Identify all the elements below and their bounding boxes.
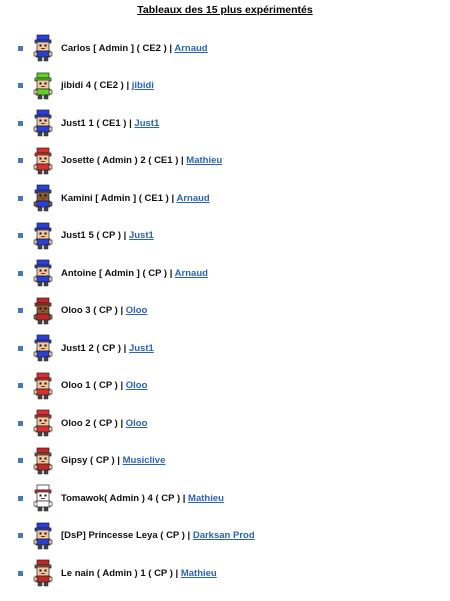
avatar-icon: [31, 409, 55, 437]
list-item: Oloo 3 ( CP ) | Oloo: [0, 297, 450, 325]
bullet-icon: [18, 83, 23, 88]
member-entry: Oloo 3 ( CP ) | Oloo: [61, 305, 147, 316]
member-entry: Antoine [ Admin ] ( CP ) | Arnaud: [61, 268, 208, 279]
avatar-icon: [31, 147, 55, 175]
bullet-icon: [18, 570, 23, 576]
member-entry: Josette ( Admin ) 2 ( CE1 ) | Mathieu: [61, 155, 222, 166]
owner-link[interactable]: Oloo: [126, 418, 148, 429]
member-entry: Kamini [ Admin ] ( CE1 ) | Arnaud: [61, 193, 210, 204]
member-name: jibidi 4 ( CE2 ) |: [61, 80, 130, 91]
member-name: Just1 5 ( CP ) |: [61, 230, 127, 241]
owner-link[interactable]: Musiclive: [123, 455, 166, 466]
member-name: Oloo 2 ( CP ) |: [61, 417, 124, 429]
bullet-icon: [18, 158, 23, 163]
bullet-icon: [18, 420, 23, 426]
bullet-icon: [18, 533, 23, 538]
owner-link[interactable]: Just1: [129, 230, 154, 241]
bullet-icon: [18, 233, 23, 238]
list-item: Tomawok( Admin ) 4 ( CP ) | Mathieu: [0, 484, 450, 512]
owner-link[interactable]: Arnaud: [176, 193, 209, 204]
owner-link[interactable]: Oloo: [126, 380, 148, 391]
member-name: Kamini [ Admin ] ( CE1 ) |: [61, 192, 175, 204]
owner-link[interactable]: Mathieu: [181, 568, 217, 579]
member-name: Josette ( Admin ) 2 ( CE1 ) |: [61, 155, 184, 166]
list-item: [DsP] Princesse Leya ( CP ) | Darksan Pr…: [0, 522, 450, 550]
list-item: Carlos [ Admin ] ( CE2 ) | Arnaud: [0, 34, 450, 62]
avatar-icon: [31, 522, 55, 550]
avatar-icon: [31, 259, 55, 287]
avatar-icon: [31, 372, 55, 400]
avatar-icon: [31, 222, 55, 250]
member-entry: Oloo 1 ( CP ) | Oloo: [61, 380, 147, 391]
bullet-icon: [18, 383, 23, 388]
member-name: Tomawok( Admin ) 4 ( CP ) |: [61, 492, 186, 504]
bullet-icon: [18, 195, 23, 201]
member-entry: Carlos [ Admin ] ( CE2 ) | Arnaud: [61, 43, 208, 54]
bullet-icon: [18, 345, 23, 351]
avatar-icon: [31, 34, 55, 62]
avatar-icon: [31, 484, 55, 512]
member-name: Oloo 3 ( CP ) |: [61, 305, 124, 316]
owner-link[interactable]: Just1: [129, 343, 154, 354]
list-item: Just1 2 ( CP ) | Just1: [0, 334, 450, 362]
member-name: [DsP] Princesse Leya ( CP ) |: [61, 530, 191, 541]
list-item: Kamini [ Admin ] ( CE1 ) | Arnaud: [0, 184, 450, 212]
member-name: Carlos [ Admin ] ( CE2 ) |: [61, 42, 173, 54]
list-item: Gipsy ( CP ) | Musiclive: [0, 447, 450, 475]
member-entry: Just1 2 ( CP ) | Just1: [61, 343, 154, 354]
member-name: Le nain ( Admin ) 1 ( CP ) |: [61, 567, 179, 579]
list-item: Oloo 1 ( CP ) | Oloo: [0, 372, 450, 400]
member-entry: Tomawok( Admin ) 4 ( CP ) | Mathieu: [61, 493, 224, 504]
avatar-icon: [31, 72, 55, 100]
owner-link[interactable]: Mathieu: [188, 493, 224, 504]
list-item: Le nain ( Admin ) 1 ( CP ) | Mathieu: [0, 559, 450, 587]
list-item: Josette ( Admin ) 2 ( CE1 ) | Mathieu: [0, 147, 450, 175]
avatar-icon: [31, 559, 55, 587]
list-item: jibidi 4 ( CE2 ) | jibidi: [0, 72, 450, 100]
member-name: Oloo 1 ( CP ) |: [61, 380, 124, 391]
member-entry: Just1 1 ( CE1 ) | Just1: [61, 118, 159, 129]
member-entry: jibidi 4 ( CE2 ) | jibidi: [61, 80, 154, 91]
owner-link[interactable]: Just1: [134, 118, 159, 129]
bullet-icon: [18, 45, 23, 51]
avatar-icon: [31, 297, 55, 325]
avatar-icon: [31, 334, 55, 362]
member-entry: Le nain ( Admin ) 1 ( CP ) | Mathieu: [61, 568, 217, 579]
owner-link[interactable]: Arnaud: [175, 268, 208, 279]
member-entry: [DsP] Princesse Leya ( CP ) | Darksan Pr…: [61, 530, 255, 541]
owner-link[interactable]: Oloo: [126, 305, 148, 316]
owner-link[interactable]: Mathieu: [186, 155, 222, 166]
member-entry: Gipsy ( CP ) | Musiclive: [61, 455, 165, 466]
avatar-icon: [31, 447, 55, 475]
member-name: Just1 1 ( CE1 ) |: [61, 117, 132, 129]
avatar-icon: [31, 109, 55, 137]
member-entry: Just1 5 ( CP ) | Just1: [61, 230, 154, 241]
bullet-icon: [18, 308, 23, 313]
owner-link[interactable]: jibidi: [132, 80, 154, 91]
page-title: Tableaux des 15 plus expérimentés: [137, 4, 313, 16]
bullet-icon: [18, 458, 23, 463]
bullet-icon: [18, 120, 23, 126]
list-item: Just1 1 ( CE1 ) | Just1: [0, 109, 450, 137]
member-entry: Oloo 2 ( CP ) | Oloo: [61, 418, 147, 429]
list-item: Oloo 2 ( CP ) | Oloo: [0, 409, 450, 437]
list-item: Antoine [ Admin ] ( CP ) | Arnaud: [0, 259, 450, 287]
owner-link[interactable]: Darksan Prod: [193, 530, 255, 541]
list-item: Just1 5 ( CP ) | Just1: [0, 222, 450, 250]
owner-link[interactable]: Arnaud: [174, 43, 207, 54]
bullet-icon: [18, 495, 23, 501]
avatar-icon: [31, 184, 55, 212]
member-name: Just1 2 ( CP ) |: [61, 342, 127, 354]
bullet-icon: [18, 270, 23, 276]
member-name: Gipsy ( CP ) |: [61, 455, 120, 466]
member-name: Antoine [ Admin ] ( CP ) |: [61, 267, 173, 279]
